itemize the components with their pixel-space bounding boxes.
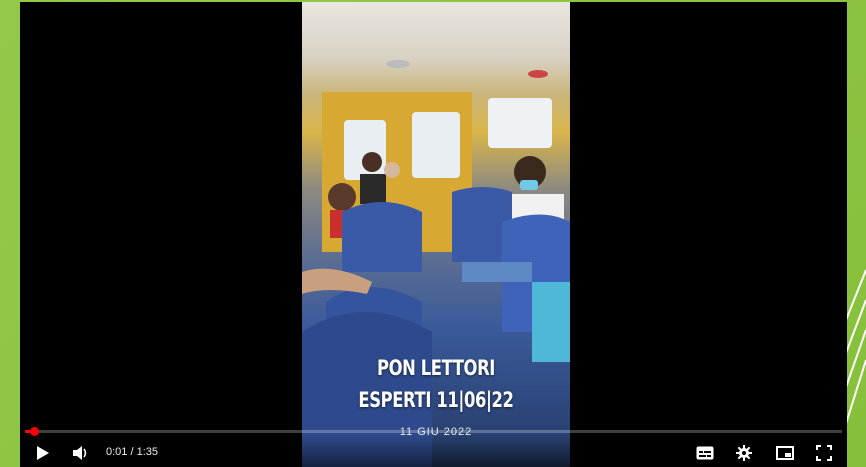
video-caption-line2: ESPERTI 11|06|22 xyxy=(358,388,514,412)
video-frame[interactable]: PON LETTORI ESPERTI 11|06|22 11 GIU 2022 xyxy=(302,2,570,467)
play-icon xyxy=(37,446,49,460)
time-display: 0:01 / 1:35 xyxy=(106,446,158,458)
miniplayer-button[interactable] xyxy=(776,444,794,462)
progress-bar[interactable] xyxy=(25,427,842,436)
miniplayer-icon xyxy=(776,446,794,460)
progress-scrubber[interactable] xyxy=(29,427,39,436)
settings-button[interactable] xyxy=(736,444,752,462)
fullscreen-icon xyxy=(816,445,832,461)
video-caption-line1: PON LETTORI xyxy=(376,356,496,380)
subtitles-icon xyxy=(696,446,714,460)
video-player[interactable]: PON LETTORI ESPERTI 11|06|22 11 GIU 2022… xyxy=(20,2,847,467)
play-button[interactable] xyxy=(36,444,50,462)
gear-icon xyxy=(736,445,752,461)
fullscreen-button[interactable] xyxy=(816,444,832,462)
subtitles-button[interactable] xyxy=(696,444,714,462)
volume-icon xyxy=(73,446,87,460)
volume-button[interactable] xyxy=(72,444,90,462)
